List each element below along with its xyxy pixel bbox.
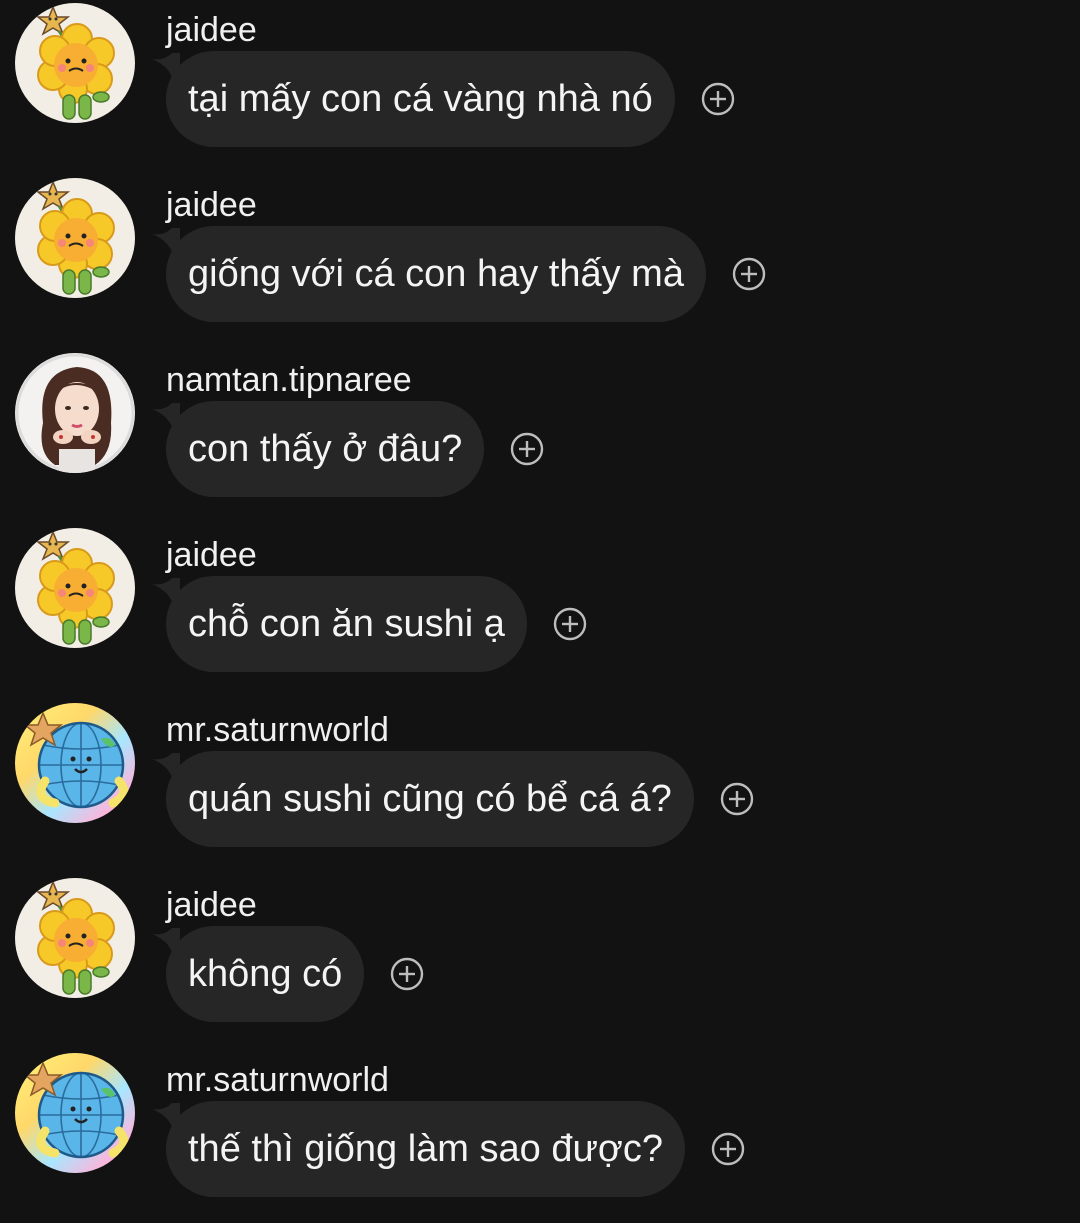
message-text[interactable]: chỗ con ăn sushi ạ bbox=[166, 576, 527, 672]
message-text[interactable]: không có bbox=[166, 926, 365, 1022]
add-reaction-icon[interactable] bbox=[711, 1132, 745, 1166]
add-reaction-icon[interactable] bbox=[720, 782, 754, 816]
add-reaction-icon[interactable] bbox=[701, 82, 735, 116]
comment-item: jaidee chỗ con ăn sushi ạ bbox=[0, 528, 1080, 698]
comment-item: mr.saturnworld quán sushi cũng có bể cá á… bbox=[0, 703, 1080, 873]
add-reaction-icon[interactable] bbox=[390, 957, 424, 991]
add-reaction-icon[interactable] bbox=[510, 432, 544, 466]
username[interactable]: namtan.tipnaree bbox=[166, 360, 412, 400]
add-reaction-icon[interactable] bbox=[732, 257, 766, 291]
username[interactable]: jaidee bbox=[166, 185, 257, 225]
message-text[interactable]: con thấy ở đâu? bbox=[166, 401, 485, 497]
sunflower-cookie-avatar[interactable] bbox=[15, 528, 135, 648]
sunflower-cookie-avatar[interactable] bbox=[15, 178, 135, 298]
comment-item: jaidee tại mấy con cá vàng nhà nó bbox=[0, 3, 1080, 173]
sunflower-cookie-avatar[interactable] bbox=[15, 878, 135, 998]
username[interactable]: jaidee bbox=[166, 10, 257, 50]
girl-photo-avatar[interactable] bbox=[15, 353, 135, 473]
message-text[interactable]: tại mấy con cá vàng nhà nó bbox=[166, 51, 675, 147]
username[interactable]: jaidee bbox=[166, 535, 257, 575]
username[interactable]: mr.saturnworld bbox=[166, 1060, 389, 1100]
sunflower-cookie-avatar[interactable] bbox=[15, 3, 135, 123]
globe-cartoon-avatar[interactable] bbox=[15, 1053, 135, 1173]
add-reaction-icon[interactable] bbox=[553, 607, 587, 641]
comment-item: jaidee không có bbox=[0, 878, 1080, 1048]
comment-item: namtan.tipnaree con thấy ở đâu? bbox=[0, 353, 1080, 523]
username[interactable]: jaidee bbox=[166, 885, 257, 925]
comment-item: jaidee giống với cá con hay thấy mà bbox=[0, 178, 1080, 348]
username[interactable]: mr.saturnworld bbox=[166, 710, 389, 750]
message-text[interactable]: quán sushi cũng có bể cá á? bbox=[166, 751, 694, 847]
globe-cartoon-avatar[interactable] bbox=[15, 703, 135, 823]
message-text[interactable]: giống với cá con hay thấy mà bbox=[166, 226, 706, 322]
comment-item: mr.saturnworld thế thì giống làm sao được… bbox=[0, 1053, 1080, 1223]
message-text[interactable]: thế thì giống làm sao được? bbox=[166, 1101, 685, 1197]
